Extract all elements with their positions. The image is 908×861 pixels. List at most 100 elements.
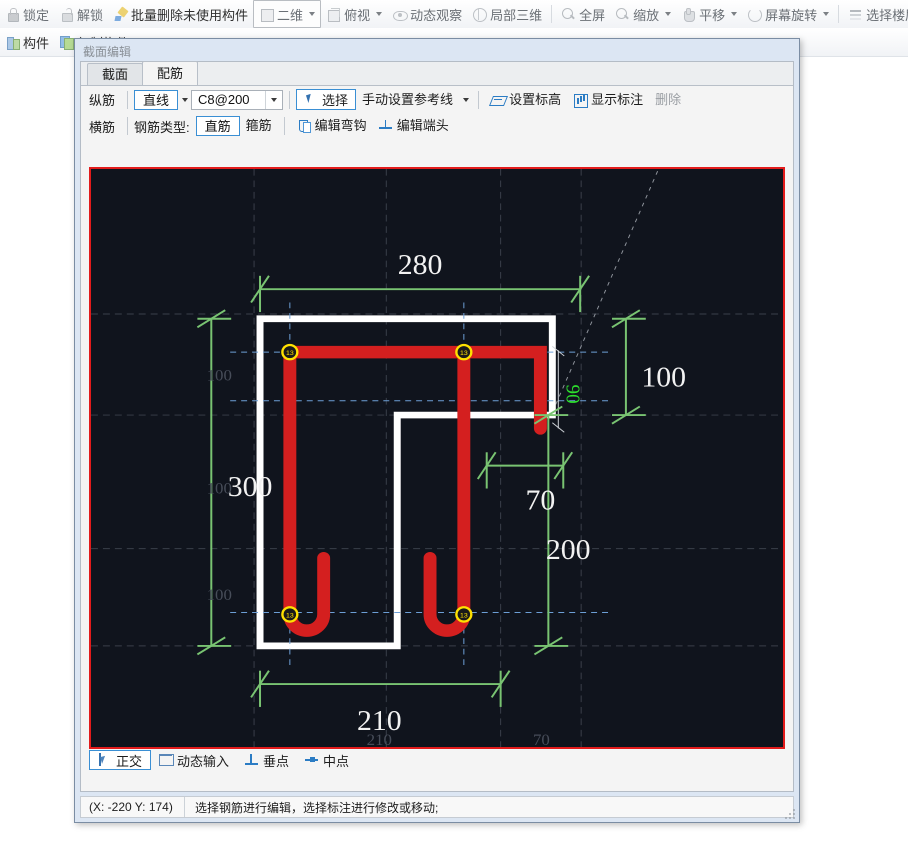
- snap-ortho-button[interactable]: 正交: [89, 750, 152, 770]
- toolbar-item-local3d[interactable]: 局部三维: [467, 1, 547, 27]
- toolbar-item-label: 二维: [277, 7, 304, 23]
- toolbar-item-label: 解锁: [77, 7, 104, 23]
- section-edit-dialog: 截面编辑 截面 配筋 纵筋 直线 C8@200 选择 手动设置参考线 设置标高 …: [74, 38, 800, 823]
- rebar-spec-dropdown-arrow[interactable]: [265, 90, 282, 109]
- elevation-icon: [491, 93, 505, 107]
- stirrup-label: 箍筋: [245, 118, 272, 133]
- node-marker[interactable]: 13: [281, 606, 299, 623]
- toolbar-item-orbit[interactable]: 动态观察: [387, 1, 467, 27]
- manual-reference-line-button[interactable]: 手动设置参考线: [356, 90, 459, 110]
- dialog-title: 截面编辑: [83, 45, 132, 59]
- hook-icon: [297, 119, 311, 133]
- dialog-titlebar[interactable]: 截面编辑: [75, 39, 799, 61]
- snap-toolbar: 正交 动态输入 垂点 中点: [89, 749, 785, 771]
- transverse-rebar-label: 横筋: [89, 119, 116, 135]
- rebar-left-leg[interactable]: [283, 345, 471, 621]
- chevron-down-icon[interactable]: [823, 12, 830, 16]
- shape-dropdown-button[interactable]: [178, 90, 191, 110]
- rebar-spec-value: C8@200: [198, 92, 250, 107]
- snap-midpoint-label: 中点: [323, 753, 350, 769]
- rebar-path-group[interactable]: [283, 345, 547, 637]
- square-2d-icon: [259, 7, 275, 22]
- lock-icon: [5, 7, 20, 22]
- dialog-statusbar: (X: -220 Y: 174) 选择钢筋进行编辑，选择标注进行修改或移动;: [80, 796, 794, 818]
- toolbar-item-fullscreen[interactable]: 全屏: [556, 1, 610, 27]
- toolbar-item-label: 全屏: [579, 7, 606, 23]
- snap-dynamic-input-button[interactable]: 动态输入: [151, 750, 237, 770]
- resize-grip[interactable]: [783, 807, 795, 819]
- dim-text-100: 100: [641, 362, 686, 393]
- toolbar-item-zoom[interactable]: 缩放: [610, 1, 676, 27]
- eye-icon: [392, 7, 409, 22]
- grid-label-left-2: 100: [207, 479, 232, 498]
- set-elevation-label: 设置标高: [509, 91, 562, 107]
- snap-dynamic-input-label: 动态输入: [177, 753, 230, 769]
- toolbar-item-2d[interactable]: 二维: [253, 0, 322, 28]
- perpendicular-icon: [245, 753, 259, 767]
- edit-hook-button[interactable]: 编辑弯钩: [291, 116, 373, 136]
- tab-section[interactable]: 截面: [87, 63, 144, 85]
- toolbar-item-batch-delete[interactable]: 批量删除未使用构件: [108, 1, 253, 27]
- shape-line-button[interactable]: 直线: [134, 89, 179, 110]
- manual-reference-line-label: 手动设置参考线: [362, 91, 454, 107]
- chevron-down-icon[interactable]: [731, 12, 738, 16]
- edit-end-button[interactable]: 编辑端头: [373, 116, 455, 136]
- rebar-spec-combo[interactable]: C8@200: [191, 89, 284, 110]
- layers-icon: [848, 7, 863, 22]
- delete-button[interactable]: 删除: [649, 90, 687, 110]
- toolbar-item-label: 局部三维: [490, 7, 543, 23]
- magnifier-icon: [615, 7, 630, 22]
- rebar-type-label: 钢筋类型:: [134, 119, 190, 135]
- chevron-down-icon[interactable]: [309, 12, 316, 16]
- tab-reinforcement[interactable]: 配筋: [142, 61, 199, 85]
- toolbar-item-lock[interactable]: 锁定: [0, 1, 54, 27]
- toolbar-item-label: 缩放: [633, 7, 660, 23]
- coordinate-readout: (X: -220 Y: 174): [81, 797, 185, 817]
- toolbar-item-label: 平移: [699, 7, 726, 23]
- dynamic-input-icon: [159, 753, 175, 767]
- toolbar-item-label: 选择楼层: [866, 7, 908, 23]
- straight-rebar-button[interactable]: 直筋: [195, 116, 240, 136]
- chevron-down-icon[interactable]: [665, 12, 672, 16]
- status-hint-text: 选择钢筋进行编辑，选择标注进行修改或移动;: [195, 800, 439, 815]
- node-marker[interactable]: 13: [281, 343, 299, 361]
- toolbar-item-topview[interactable]: 俯视: [321, 1, 387, 27]
- edit-hook-label: 编辑弯钩: [314, 118, 367, 133]
- dialog-body: 截面 配筋 纵筋 直线 C8@200 选择 手动设置参考线 设置标高 显示标注 …: [80, 61, 794, 792]
- toolbar-divider: [551, 5, 553, 23]
- node-marker[interactable]: 13: [455, 343, 473, 361]
- node-marker[interactable]: 13: [455, 606, 473, 623]
- toolbar-item-pan[interactable]: 平移: [676, 1, 742, 27]
- toolbar-item-select-floor[interactable]: 选择楼层: [843, 1, 908, 27]
- section-drawing-canvas[interactable]: 13 13 13 13 90 280 300 100 70 200 210 10…: [89, 167, 785, 749]
- stirrup-button[interactable]: 箍筋: [240, 116, 278, 136]
- node-label: 13: [460, 350, 468, 357]
- node-label: 13: [286, 612, 294, 619]
- hand-icon: [681, 7, 696, 22]
- select-tool-label: 选择: [322, 93, 349, 108]
- toolbar-item-component[interactable]: 构件: [0, 29, 54, 55]
- cube-icon: [326, 7, 341, 22]
- dim-text-200: 200: [546, 535, 591, 566]
- chevron-down-icon: [181, 97, 188, 102]
- toolbar-item-screen-rotate[interactable]: 屏幕旋转: [742, 1, 834, 27]
- snap-perpendicular-button[interactable]: 垂点: [237, 750, 297, 770]
- globe-icon: [472, 7, 488, 22]
- toolbar-item-label: 屏幕旋转: [765, 7, 818, 23]
- show-annotation-label: 显示标注: [591, 91, 644, 107]
- toolbar-item-label: 批量删除未使用构件: [131, 7, 249, 23]
- set-elevation-button[interactable]: 设置标高: [485, 90, 567, 110]
- show-annotation-button[interactable]: 显示标注: [567, 90, 649, 110]
- chevron-down-icon: [271, 97, 278, 102]
- snap-midpoint-button[interactable]: 中点: [297, 750, 357, 770]
- rebar-node-markers[interactable]: 13 13 13 13: [281, 343, 473, 623]
- dim-text-280: 280: [398, 249, 443, 280]
- toolbar-item-unlock[interactable]: 解锁: [54, 1, 108, 27]
- reference-line-dropdown-button[interactable]: [459, 90, 472, 110]
- select-tool-button[interactable]: 选择: [296, 89, 357, 110]
- divider: [127, 117, 129, 135]
- chevron-down-icon: [462, 97, 469, 102]
- chevron-down-icon[interactable]: [376, 12, 383, 16]
- toolbar-item-label: 动态观察: [410, 7, 463, 23]
- toolbar-item-label: 构件: [23, 35, 50, 51]
